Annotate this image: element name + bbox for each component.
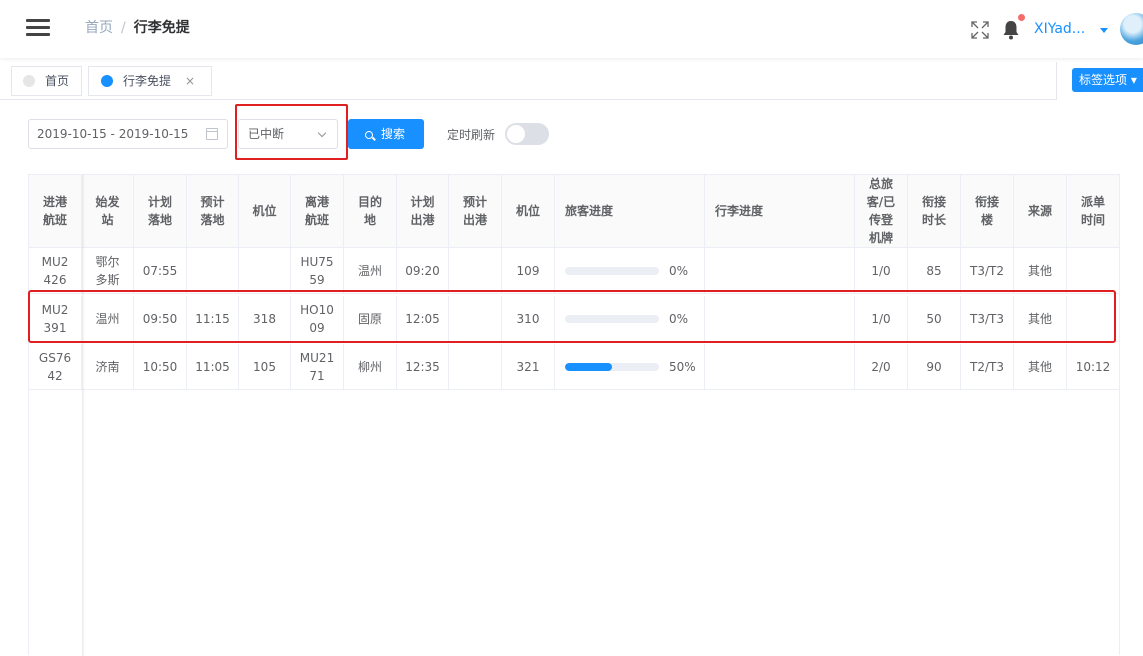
progress-bar: 0% [565, 262, 700, 280]
passenger-progress-cell: 0% [555, 248, 705, 293]
progress-fill [565, 362, 612, 371]
column-header: 来源 [1014, 175, 1067, 247]
column-header: 计划 出港 [397, 175, 449, 247]
fixed-column-shadow [82, 175, 85, 656]
tag-dot-icon [23, 75, 35, 87]
table-cell-connect-time: 85 [908, 248, 961, 293]
table-cell-out-stand: 321 [502, 344, 555, 389]
passenger-progress-cell: 50% [555, 344, 705, 389]
column-header: 衔接楼 [961, 175, 1014, 247]
progress-text: 50% [669, 359, 696, 374]
tag-active-dot-icon [101, 75, 113, 87]
table-cell-in-stand: 105 [239, 344, 291, 389]
notification-badge [1018, 14, 1025, 21]
table-cell-out-stand: 109 [502, 248, 555, 293]
caret-down-icon[interactable] [1100, 28, 1108, 33]
tag-home-label: 首页 [45, 74, 70, 88]
column-header: 机位 [502, 175, 555, 247]
table-cell-baggage-progress [705, 344, 855, 389]
table-cell-source: 其他 [1014, 344, 1067, 389]
tag-baggage-label: 行李免提 [123, 74, 172, 88]
breadcrumb-home[interactable]: 首页 [85, 20, 113, 36]
table-cell-planned-dep: 12:35 [397, 344, 449, 389]
calendar-icon [206, 128, 218, 140]
username[interactable]: XIYad... [1034, 21, 1085, 37]
table-cell-planned-dep: 09:20 [397, 248, 449, 293]
close-icon[interactable]: × [185, 67, 195, 95]
column-header: 旅客进度 [555, 175, 705, 247]
table-cell-dispatch-time: 10:12 [1075, 359, 1111, 374]
table-cell-in-flight: MU2 426 [29, 248, 82, 293]
progress-bar: 50% [565, 358, 700, 376]
table-row[interactable]: MU2 426 鄂尔 多斯 07:55 HU75 59 温州 09:20 109 0% 1/0 85 T3… [29, 248, 1119, 294]
breadcrumb: 首页 / 行李免提 [85, 19, 190, 37]
breadcrumb-separator: / [121, 20, 126, 36]
avatar[interactable] [1120, 13, 1143, 45]
toggle-knob [507, 125, 525, 143]
table-cell-baggage-progress [705, 248, 855, 293]
search-button[interactable]: 搜索 [348, 119, 424, 149]
column-header: 行李进度 [705, 175, 855, 247]
table-cell-out-flight: MU21 71 [291, 344, 344, 389]
table-cell-out-flight: HU75 59 [291, 248, 344, 293]
table-cell-connect-time: 90 [908, 344, 961, 389]
table-cell-connect-terminal: T2/T3 [961, 344, 1014, 389]
table-cell-planned-land: 10:50 [134, 344, 187, 389]
progress-track [565, 362, 659, 371]
column-header: 目的地 [344, 175, 397, 247]
column-header: 总旅 客/已 传登 机牌 [855, 175, 908, 247]
column-header: 预计 落地 [187, 175, 239, 247]
search-button-label: 搜索 [381, 127, 406, 141]
column-header: 进港 航班 [29, 175, 82, 247]
column-header: 离港 航班 [291, 175, 344, 247]
table-cell-pax-board: 1/0 [855, 248, 908, 293]
breadcrumb-current: 行李免提 [133, 20, 190, 36]
progress-track [565, 266, 659, 275]
table-cell-est-dep [449, 344, 502, 389]
hamburger-menu-icon[interactable] [26, 19, 50, 37]
column-header: 预计 出港 [449, 175, 502, 247]
column-header: 机位 [239, 175, 291, 247]
search-icon [365, 131, 373, 139]
auto-refresh-label: 定时刷新 [447, 128, 496, 142]
column-header: 派单 时间 [1080, 195, 1105, 227]
table-header-row: 进港 航班 始发站计划 落地 预计 落地 机位 离港 航班 目的地计划 出港 预计 出港 机位 旅客进度 行李… [29, 175, 1119, 248]
table-cell-origin: 济南 [82, 344, 134, 389]
column-header: 衔接 时长 [908, 175, 961, 247]
tag-options-wrap: 标签选项 ▾ [1056, 62, 1143, 100]
column-header: 始发站 [82, 175, 134, 247]
table-cell-planned-land: 07:55 [134, 248, 187, 293]
tag-baggage[interactable]: 行李免提 × [88, 66, 212, 96]
table-cell-in-stand [239, 248, 291, 293]
column-header: 计划 落地 [134, 175, 187, 247]
table-cell-in-flight: GS76 42 [29, 344, 82, 389]
tag-home[interactable]: 首页 [11, 66, 82, 96]
table-cell-est-land [187, 248, 239, 293]
progress-text: 0% [669, 263, 689, 278]
auto-refresh-toggle[interactable] [505, 123, 549, 145]
tag-options-button[interactable]: 标签选项 ▾ [1072, 68, 1143, 92]
navbar: 首页 / 行李免提 XIYad... [0, 0, 1143, 58]
date-range-value: 2019-10-15 - 2019-10-15 [37, 127, 189, 141]
highlight-box-select [235, 104, 348, 160]
table-cell-connect-terminal: T3/T2 [961, 248, 1014, 293]
table-cell-origin: 鄂尔 多斯 [82, 248, 134, 293]
table-cell-est-land: 11:05 [187, 344, 239, 389]
table-cell-dest: 温州 [344, 248, 397, 293]
tags-view: 首页 行李免提 × 标签选项 ▾ [0, 62, 1143, 100]
table-row[interactable]: GS76 42 济南 10:50 11:05 105 MU21 71 柳州 12:35 321 50%… [29, 344, 1119, 390]
highlight-box-row [28, 290, 1116, 343]
flight-table: 进港 航班 始发站计划 落地 预计 落地 机位 离港 航班 目的地计划 出港 预计 出港 机位 旅客进度 行李… [28, 174, 1120, 656]
date-range-picker[interactable]: 2019-10-15 - 2019-10-15 [28, 119, 228, 149]
table-cell-dispatch-time [1067, 248, 1119, 293]
table-cell-dest: 柳州 [344, 344, 397, 389]
table-cell-source: 其他 [1014, 248, 1067, 293]
table-cell-est-dep [449, 248, 502, 293]
table-cell-pax-board: 2/0 [855, 344, 908, 389]
bell-icon[interactable] [1002, 19, 1020, 41]
fullscreen-icon[interactable] [970, 20, 990, 40]
